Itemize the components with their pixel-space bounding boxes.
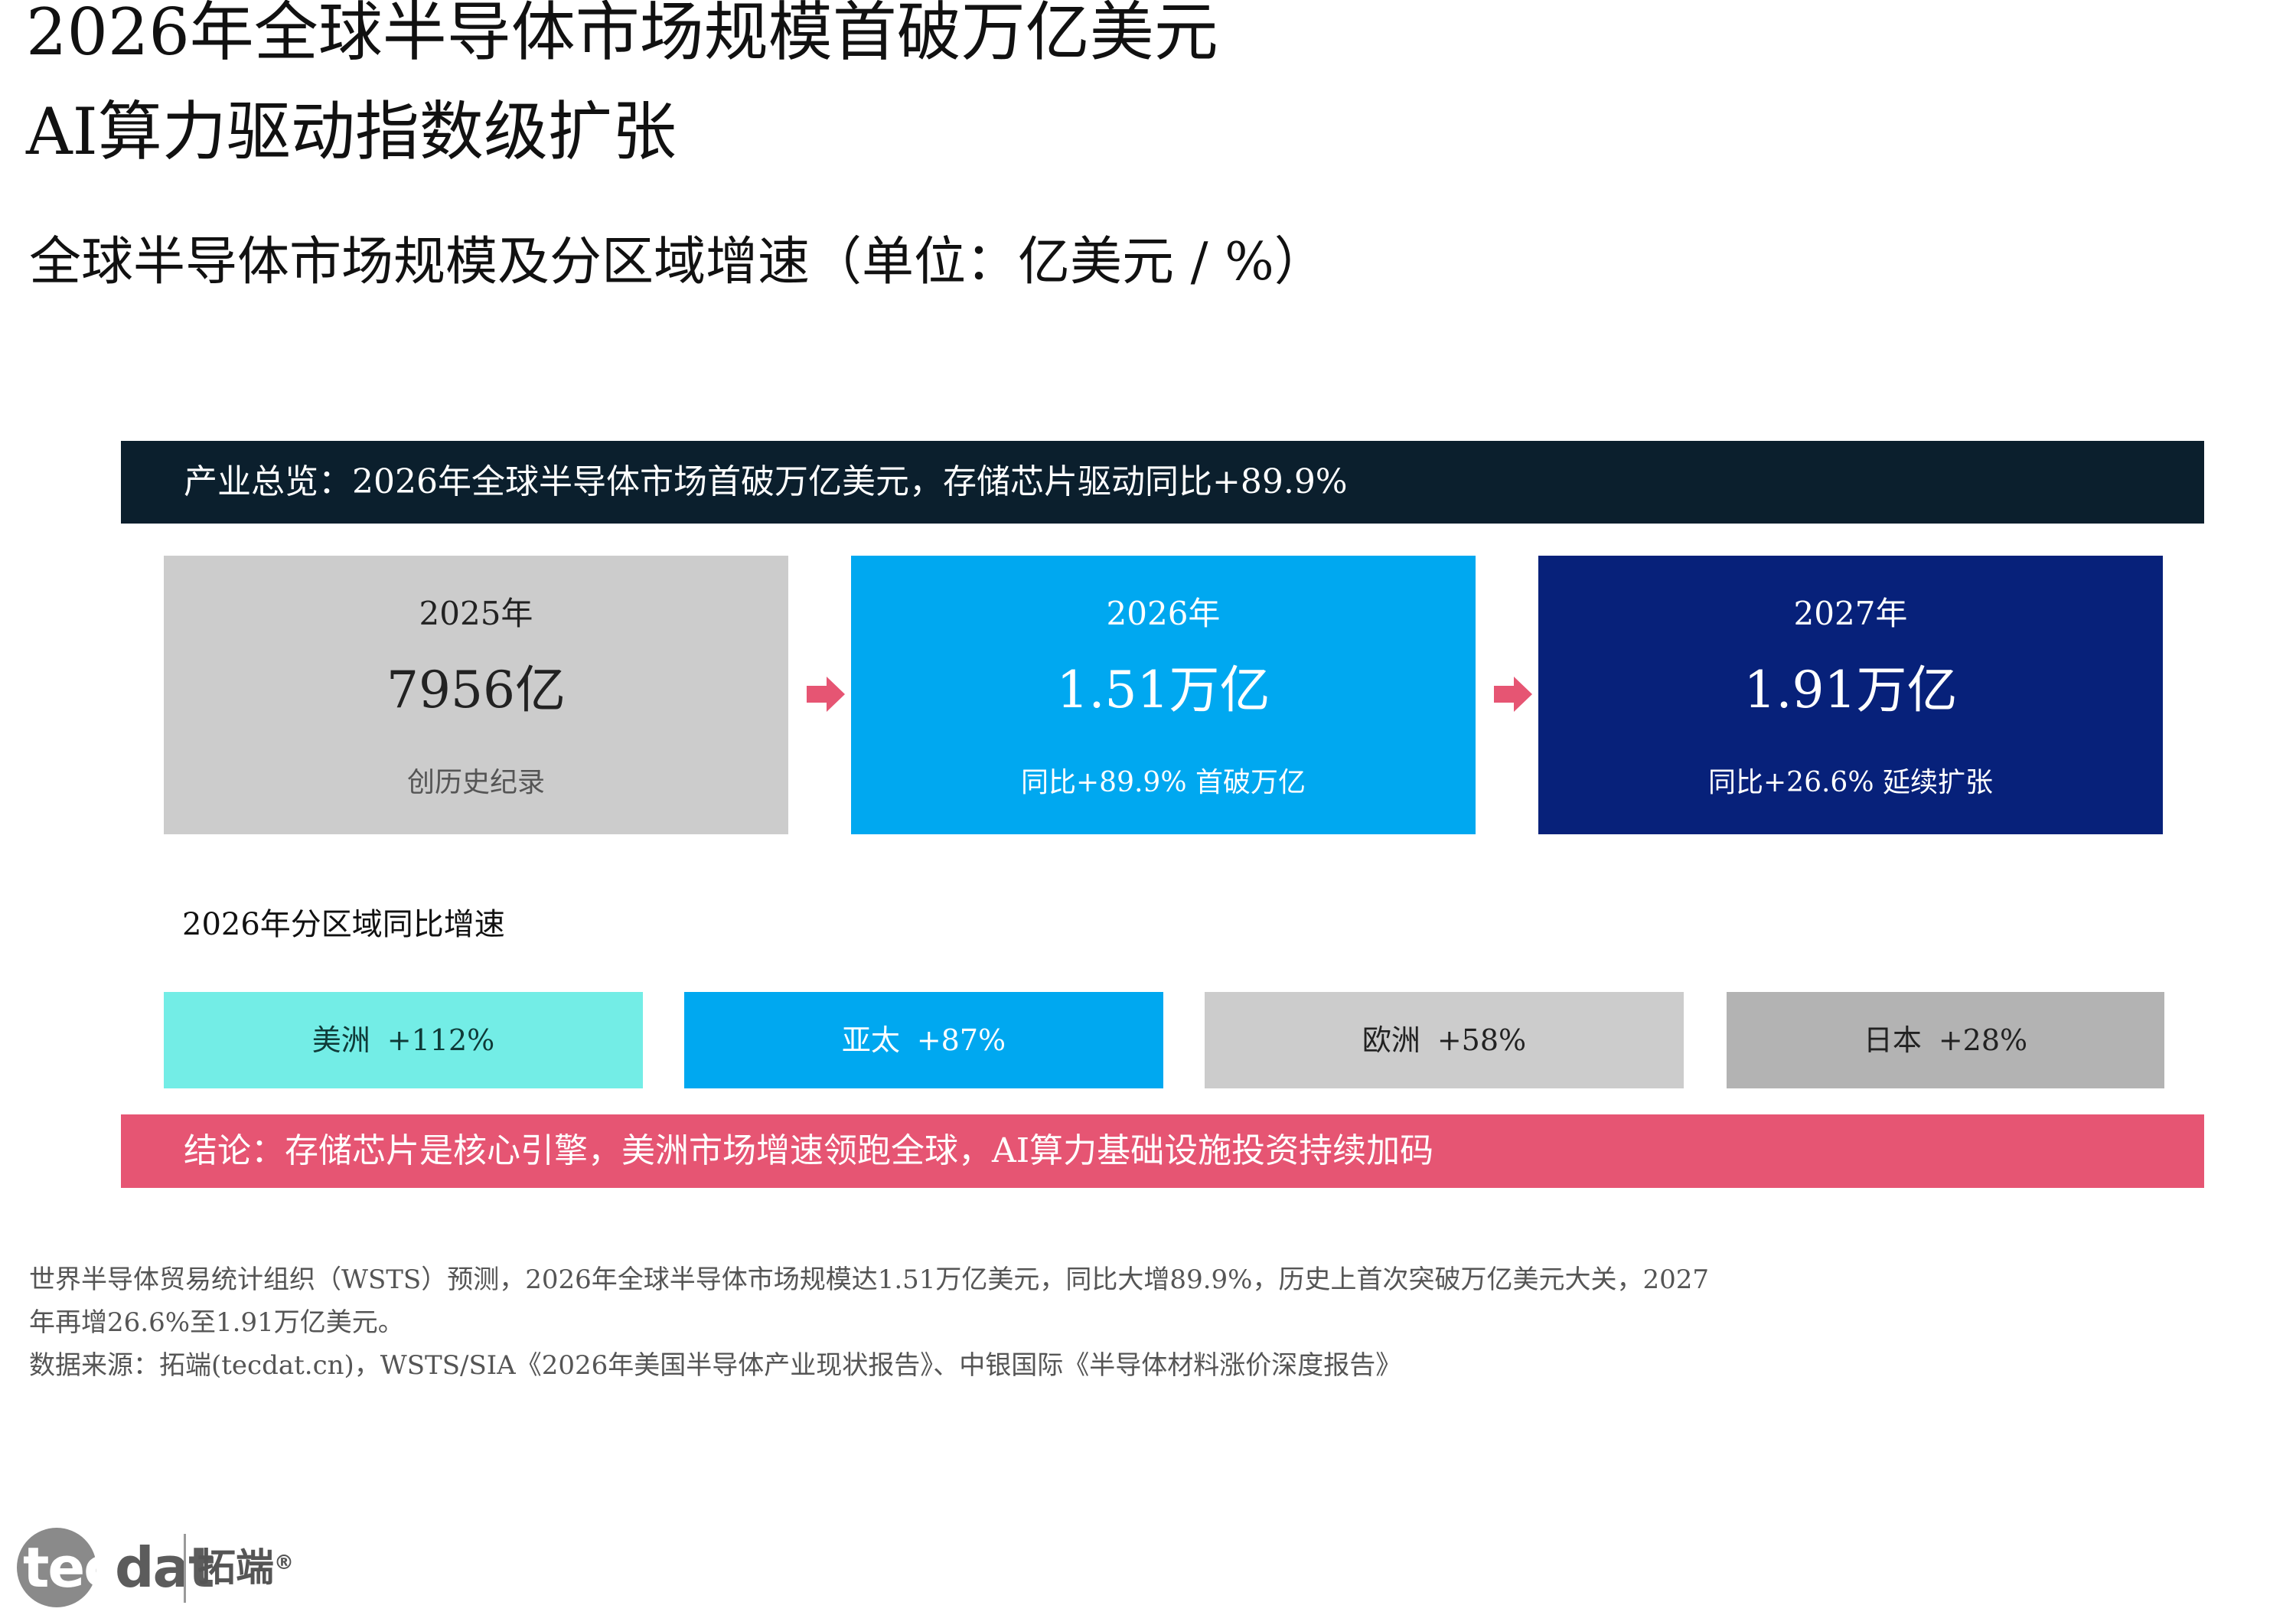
page-subtitle: 全球半导体市场规模及分区域增速（单位：亿美元 / %） (29, 232, 1326, 292)
conclusion-banner: 结论：存储芯片是核心引擎，美洲市场增速领跑全球，AI算力基础设施投资持续加码 (121, 1114, 2204, 1188)
arrow-right-icon (1494, 677, 1532, 712)
tecdat-logo: tecdat 拓端® (17, 1523, 338, 1615)
region-growth: +87% (916, 1023, 1006, 1057)
year-card-value: 1.51万亿 (1056, 661, 1270, 719)
year-card-note: 创历史纪录 (406, 767, 545, 798)
region-box-europe: 欧洲 +58% (1205, 992, 1684, 1088)
region-box-americas: 美洲 +112% (164, 992, 643, 1088)
logo-word-light: tec (23, 1535, 116, 1600)
region-growth: +112% (386, 1023, 495, 1057)
region-growth: +28% (1938, 1023, 2028, 1057)
registered-mark: ® (274, 1551, 294, 1574)
year-card-year: 2025年 (419, 595, 533, 632)
region-heading: 2026年分区域同比增速 (182, 907, 505, 942)
source-note: 数据来源：拓端(tecdat.cn)，WSTS/SIA《2026年美国半导体产业… (29, 1350, 1402, 1381)
footnote-line-1: 世界半导体贸易统计组织（WSTS）预测，2026年全球半导体市场规模达1.51万… (29, 1264, 1709, 1295)
year-card-2026: 2026年 1.51万亿 同比+89.9% 首破万亿 (851, 556, 1476, 834)
overview-banner: 产业总览：2026年全球半导体市场首破万亿美元，存储芯片驱动同比+89.9% (121, 441, 2204, 524)
logo-cn-text: 拓端 (197, 1545, 274, 1590)
logo-divider (184, 1534, 186, 1603)
page-title-line-1: 2026年全球半导体市场规模首破万亿美元 (26, 0, 1218, 70)
year-card-2027: 2027年 1.91万亿 同比+26.6% 延续扩张 (1538, 556, 2163, 834)
conclusion-text: 结论：存储芯片是核心引擎，美洲市场增速领跑全球，AI算力基础设施投资持续加码 (184, 1131, 1434, 1170)
footnote-line-2: 年再增26.6%至1.91万亿美元。 (29, 1307, 404, 1338)
region-name: 亚太 (841, 1023, 900, 1057)
page-title-line-2: AI算力驱动指数级扩张 (26, 94, 677, 169)
region-name: 美洲 (311, 1023, 370, 1057)
year-card-2025: 2025年 7956亿 创历史纪录 (164, 556, 788, 834)
region-name: 日本 (1863, 1023, 1922, 1057)
region-name: 欧洲 (1362, 1023, 1420, 1057)
year-card-year: 2026年 (1106, 595, 1221, 632)
year-card-year: 2027年 (1793, 595, 1908, 632)
region-growth: +58% (1437, 1023, 1527, 1057)
region-box-apac: 亚太 +87% (684, 992, 1163, 1088)
overview-text: 产业总览：2026年全球半导体市场首破万亿美元，存储芯片驱动同比+89.9% (184, 462, 1348, 501)
arrow-right-icon (807, 677, 845, 712)
region-box-japan: 日本 +28% (1727, 992, 2164, 1088)
year-card-value: 7956亿 (386, 661, 566, 719)
year-card-note: 同比+26.6% 延续扩张 (1708, 767, 1993, 798)
year-card-value: 1.91万亿 (1743, 661, 1958, 719)
year-card-note: 同比+89.9% 首破万亿 (1021, 767, 1306, 798)
logo-cn-name: 拓端® (197, 1538, 294, 1597)
